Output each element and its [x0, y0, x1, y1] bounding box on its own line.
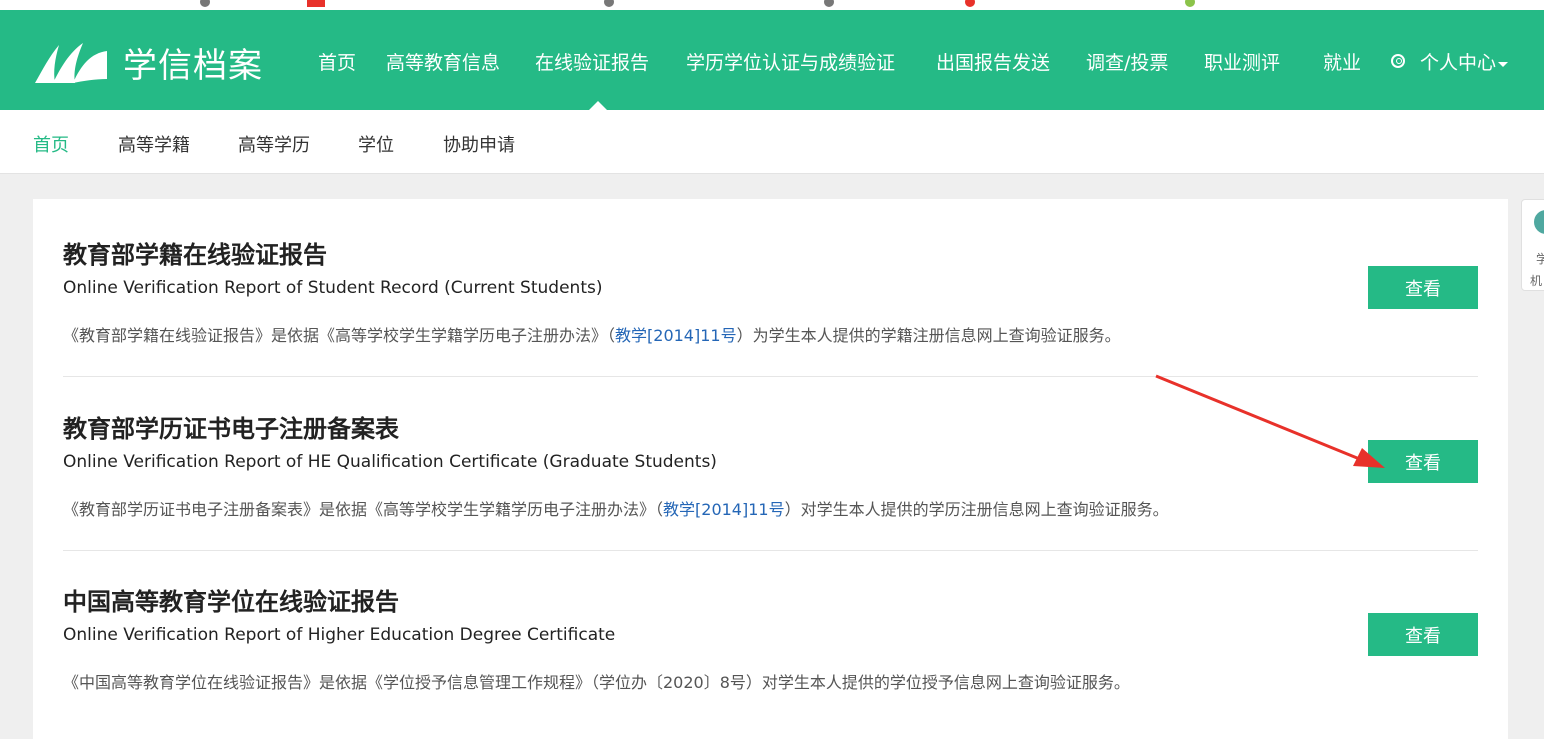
bookmark-favicon[interactable] [1185, 0, 1195, 7]
subnav-item-assist-apply[interactable]: 协助申请 [443, 131, 515, 157]
report-title: 中国高等教育学位在线验证报告 [63, 588, 399, 616]
side-widget-label: 机 [1530, 274, 1543, 288]
user-center-menu[interactable]: 个人中心 [1420, 48, 1496, 75]
view-student-record-button[interactable]: 查看 [1368, 266, 1478, 309]
description-text: ）对学生本人提供的学历注册信息网上查询验证服务。 [784, 500, 1169, 519]
bookmark-favicon[interactable] [307, 0, 325, 7]
divider [63, 376, 1478, 377]
report-description: 《教育部学历证书电子注册备案表》是依据《高等学校学生学籍学历电子注册办法》（教学… [63, 496, 1169, 520]
nav-item-survey[interactable]: 调查/投票 [1086, 48, 1168, 75]
report-list-card: 教育部学籍在线验证报告 Online Verification Report o… [33, 199, 1508, 739]
nav-item-career-test[interactable]: 职业测评 [1204, 48, 1280, 75]
description-text: 《教育部学历证书电子注册备案表》是依据《高等学校学生学籍学历电子注册办法》（ [63, 500, 664, 519]
subnav-item-home[interactable]: 首页 [33, 131, 69, 157]
nav-item-certification[interactable]: 学历学位认证与成绩验证 [686, 48, 895, 75]
report-subtitle: Online Verification Report of Higher Edu… [63, 625, 616, 645]
assistant-avatar-icon [1534, 210, 1544, 234]
sub-navigation: 首页 高等学籍 高等学历 学位 协助申请 [0, 110, 1544, 174]
subnav-item-student-record[interactable]: 高等学籍 [118, 131, 190, 157]
side-widget-label: 学 [1536, 252, 1544, 266]
nav-item-home[interactable]: 首页 [318, 48, 356, 75]
regulation-link[interactable]: 教学[2014]11号 [663, 500, 785, 519]
logo-wings-icon [35, 43, 107, 83]
divider [63, 550, 1478, 551]
description-text: ）为学生本人提供的学籍注册信息网上查询验证服务。 [736, 326, 1121, 345]
bookmark-favicon[interactable] [965, 0, 975, 7]
top-navigation: 学信档案 首页 高等教育信息 在线验证报告 学历学位认证与成绩验证 出国报告发送… [0, 10, 1544, 111]
nav-item-higher-education[interactable]: 高等教育信息 [386, 48, 500, 75]
bookmark-favicon[interactable] [200, 0, 210, 7]
subnav-item-qualification[interactable]: 高等学历 [238, 131, 310, 157]
nav-item-report-sending[interactable]: 出国报告发送 [936, 48, 1050, 75]
regulation-link[interactable]: 教学[2014]11号 [615, 326, 737, 345]
description-text: 《教育部学籍在线验证报告》是依据《高等学校学生学籍学历电子注册办法》（ [63, 326, 616, 345]
report-title: 教育部学历证书电子注册备案表 [63, 415, 399, 443]
report-subtitle: Online Verification Report of Student Re… [63, 278, 603, 298]
nav-item-online-verification[interactable]: 在线验证报告 [535, 48, 649, 75]
bookmark-favicon[interactable] [824, 0, 834, 7]
description-text: 《中国高等教育学位在线验证报告》是依据《学位授予信息管理工作规程》（学位办〔20… [63, 673, 1130, 692]
view-degree-button[interactable]: 查看 [1368, 613, 1478, 656]
view-qualification-button[interactable]: 查看 [1368, 440, 1478, 483]
nav-item-employment[interactable]: 就业 [1323, 48, 1361, 75]
chevron-down-icon[interactable] [1498, 62, 1508, 67]
report-subtitle: Online Verification Report of HE Qualifi… [63, 452, 717, 472]
report-description: 《中国高等教育学位在线验证报告》是依据《学位授予信息管理工作规程》（学位办〔20… [63, 669, 1130, 693]
report-title: 教育部学籍在线验证报告 [63, 241, 327, 269]
report-description: 《教育部学籍在线验证报告》是依据《高等学校学生学籍学历电子注册办法》（教学[20… [63, 322, 1121, 346]
subnav-item-degree[interactable]: 学位 [358, 131, 394, 157]
bookmarks-bar [0, 0, 1544, 10]
user-icon[interactable] [1391, 54, 1405, 68]
logo-text: 学信档案 [123, 45, 263, 86]
site-logo[interactable]: 学信档案 [33, 38, 263, 86]
bookmark-favicon[interactable] [604, 0, 614, 7]
side-assistant-widget[interactable]: 学 机 [1521, 199, 1544, 291]
